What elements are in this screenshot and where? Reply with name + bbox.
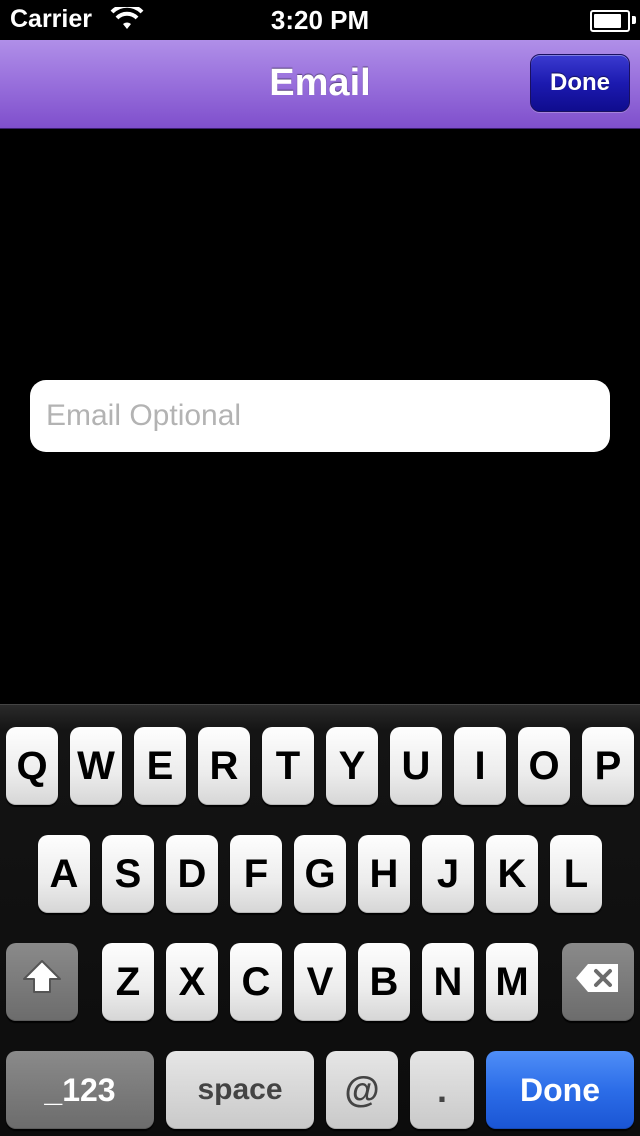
keyboard-done-key[interactable]: Done [486, 1051, 634, 1129]
keyboard-row-4: _123 space @ . Done [0, 1051, 640, 1133]
key-q[interactable]: Q [6, 727, 58, 805]
status-time: 3:20 PM [270, 5, 370, 35]
key-k[interactable]: K [486, 835, 538, 913]
battery-level [594, 14, 621, 28]
key-b[interactable]: B [358, 943, 410, 1021]
status-bar: Carrier 3:20 PM [0, 0, 640, 40]
keyboard-row-2: A S D F G H J K L [0, 835, 640, 917]
key-s[interactable]: S [102, 835, 154, 913]
key-n[interactable]: N [422, 943, 474, 1021]
key-j[interactable]: J [422, 835, 474, 913]
dot-key[interactable]: . [410, 1051, 474, 1129]
screen: Carrier 3:20 PM Email Done Q W E R T Y U [0, 0, 640, 1136]
key-y[interactable]: Y [326, 727, 378, 805]
battery-tip [632, 16, 636, 24]
key-l[interactable]: L [550, 835, 602, 913]
key-e[interactable]: E [134, 727, 186, 805]
keyboard: Q W E R T Y U I O P A S D F G H J K L Z … [0, 704, 640, 1136]
key-v[interactable]: V [294, 943, 346, 1021]
key-z[interactable]: Z [102, 943, 154, 1021]
backspace-icon [574, 960, 622, 1005]
key-i[interactable]: I [454, 727, 506, 805]
key-o[interactable]: O [518, 727, 570, 805]
key-m[interactable]: M [486, 943, 538, 1021]
key-f[interactable]: F [230, 835, 282, 913]
key-d[interactable]: D [166, 835, 218, 913]
space-key[interactable]: space [166, 1051, 314, 1129]
numbers-key[interactable]: _123 [6, 1051, 154, 1129]
battery-icon [590, 10, 630, 32]
key-h[interactable]: H [358, 835, 410, 913]
key-c[interactable]: C [230, 943, 282, 1021]
key-r[interactable]: R [198, 727, 250, 805]
keyboard-row-1: Q W E R T Y U I O P [0, 727, 640, 809]
keyboard-row-3: Z X C V B N M [0, 943, 640, 1025]
shift-key[interactable] [6, 943, 78, 1021]
navigation-bar: Email Done [0, 40, 640, 129]
key-u[interactable]: U [390, 727, 442, 805]
key-t[interactable]: T [262, 727, 314, 805]
delete-key[interactable] [562, 943, 634, 1021]
key-a[interactable]: A [38, 835, 90, 913]
key-g[interactable]: G [294, 835, 346, 913]
nav-done-button[interactable]: Done [530, 54, 630, 112]
email-field[interactable] [30, 380, 610, 452]
at-key[interactable]: @ [326, 1051, 398, 1129]
key-w[interactable]: W [70, 727, 122, 805]
key-p[interactable]: P [582, 727, 634, 805]
shift-arrow-icon [20, 958, 64, 1006]
key-x[interactable]: X [166, 943, 218, 1021]
